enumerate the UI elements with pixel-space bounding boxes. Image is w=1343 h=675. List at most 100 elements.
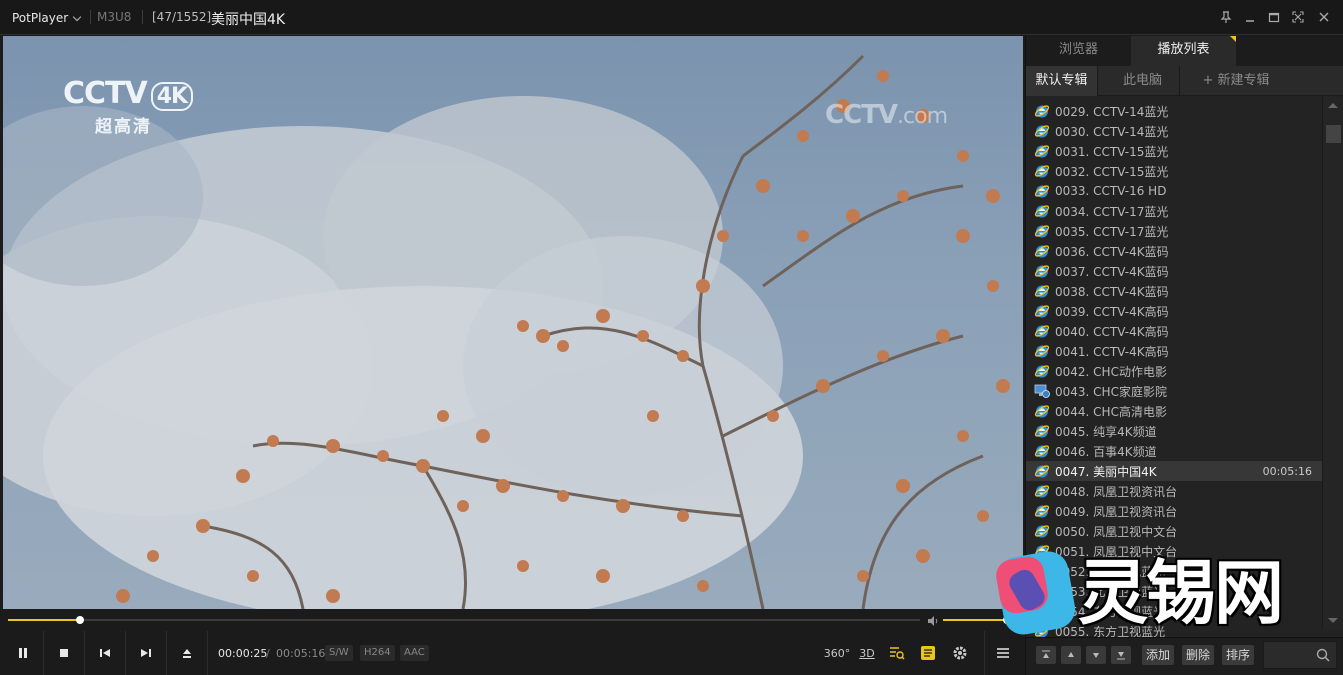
- scroll-down-icon[interactable]: [1328, 618, 1338, 623]
- tab-browser[interactable]: 浏览器: [1026, 36, 1131, 66]
- playlist-item[interactable]: 0044. CHC高清电影: [1026, 401, 1322, 421]
- move-bottom-button[interactable]: [1111, 646, 1131, 664]
- ie-icon: [1034, 503, 1050, 519]
- close-icon: [1319, 12, 1329, 22]
- seek-slider[interactable]: [8, 616, 920, 624]
- network-icon: [1034, 383, 1050, 399]
- playlist-item[interactable]: 0041. CCTV-4K高码: [1026, 341, 1322, 361]
- fullscreen-button[interactable]: [1290, 9, 1306, 25]
- ie-icon: [1034, 223, 1050, 239]
- playlist-item[interactable]: 0045. 纯享4K频道: [1026, 421, 1322, 441]
- playlist-item[interactable]: 0029. CCTV-14蓝光: [1026, 101, 1322, 121]
- ie-icon: [1034, 323, 1050, 339]
- playlist-item[interactable]: 0036. CCTV-4K蓝码: [1026, 241, 1322, 261]
- seek-knob[interactable]: [76, 616, 85, 624]
- subtitle-button[interactable]: [920, 643, 936, 663]
- move-top-button[interactable]: [1036, 646, 1056, 664]
- move-up-icon: [1068, 652, 1074, 657]
- active-tab-marker: [1230, 36, 1236, 42]
- new-album-button[interactable]: + 新建专辑: [1186, 66, 1286, 96]
- next-button[interactable]: [126, 631, 167, 675]
- control-divider: [984, 631, 985, 675]
- playlist-item[interactable]: 0037. CCTV-4K蓝码: [1026, 261, 1322, 281]
- ie-icon: [1034, 403, 1050, 419]
- tab-playlist[interactable]: 播放列表: [1131, 36, 1236, 66]
- settings-button[interactable]: [950, 643, 970, 663]
- maximize-button[interactable]: [1266, 9, 1282, 25]
- move-top-icon: [1042, 650, 1050, 658]
- playlist-item[interactable]: 0043. CHC家庭影院: [1026, 381, 1322, 401]
- playlist-item[interactable]: 0048. 凤凰卫视资讯台: [1026, 481, 1322, 501]
- minimize-icon: [1246, 20, 1254, 22]
- video-codec-badge[interactable]: H264: [360, 645, 395, 661]
- playlist-item[interactable]: 0039. CCTV-4K高码: [1026, 301, 1322, 321]
- ie-icon: [1034, 243, 1050, 259]
- stop-button[interactable]: [44, 631, 85, 675]
- 3d-label: 3D: [859, 646, 875, 660]
- playlist-item[interactable]: 0049. 凤凰卫视资讯台: [1026, 501, 1322, 521]
- audio-codec-badge[interactable]: AAC: [400, 645, 429, 661]
- brand-text: 灵锡网: [1078, 552, 1284, 634]
- total-time: 00:05:16: [276, 647, 326, 660]
- playlist-item[interactable]: 0050. 凤凰卫视中文台: [1026, 521, 1322, 541]
- playlist-item-label: 0036. CCTV-4K蓝码: [1055, 244, 1169, 259]
- minimize-button[interactable]: [1242, 9, 1258, 25]
- album-tab-this-pc[interactable]: 此电脑: [1106, 66, 1180, 96]
- playlist-item[interactable]: 0034. CCTV-17蓝光: [1026, 201, 1322, 221]
- album-tab-default[interactable]: 默认专辑: [1026, 66, 1098, 96]
- watermark-text: CCTV: [825, 100, 898, 130]
- scroll-up-icon[interactable]: [1328, 103, 1338, 108]
- playlist-item-label: 0050. 凤凰卫视中文台: [1055, 524, 1178, 539]
- pause-button[interactable]: [3, 631, 44, 675]
- volume-button[interactable]: [926, 613, 940, 627]
- playlist-item-label: 0048. 凤凰卫视资讯台: [1055, 484, 1178, 499]
- playlist-item-label: 0031. CCTV-15蓝光: [1055, 144, 1169, 159]
- channel-logo: CCTV 4K 超高清: [63, 76, 203, 137]
- pin-button[interactable]: [1218, 9, 1234, 25]
- playlist-item[interactable]: 0046. 百事4K频道: [1026, 441, 1322, 461]
- playlist-item-duration: 00:05:16: [1262, 464, 1312, 478]
- scroll-thumb[interactable]: [1326, 125, 1341, 143]
- logo-badge: 4K: [150, 82, 194, 111]
- ie-icon: [1034, 263, 1050, 279]
- playlist-item[interactable]: 0040. CCTV-4K高码: [1026, 321, 1322, 341]
- playlist-item[interactable]: 0042. CHC动作电影: [1026, 361, 1322, 381]
- playlist-counter: [47/1552]: [152, 10, 212, 24]
- playlist-item[interactable]: 0030. CCTV-14蓝光: [1026, 121, 1322, 141]
- playlist-item[interactable]: 0032. CCTV-15蓝光: [1026, 161, 1322, 181]
- logo-subtitle: 超高清: [95, 117, 152, 137]
- close-button[interactable]: [1316, 9, 1332, 25]
- vr-360-button[interactable]: 360°: [824, 643, 851, 663]
- playlist-scrollbar[interactable]: [1322, 97, 1343, 629]
- playlist-footer: 添加 删除 排序: [1026, 637, 1343, 675]
- playlist-item[interactable]: 0047. 美丽中国4K 00:05:16: [1026, 461, 1322, 481]
- add-button[interactable]: 添加: [1142, 645, 1175, 665]
- previous-button[interactable]: [85, 631, 126, 675]
- open-button[interactable]: [167, 631, 208, 675]
- pin-icon: [1220, 11, 1232, 23]
- playlist-item[interactable]: 0031. CCTV-15蓝光: [1026, 141, 1322, 161]
- decoder-badge[interactable]: S/W: [325, 645, 353, 661]
- window-title: 美丽中国4K: [211, 12, 286, 28]
- playlist-search-input[interactable]: [1263, 641, 1337, 669]
- playlist-item[interactable]: 0033. CCTV-16 HD: [1026, 181, 1322, 201]
- album-tabs: 默认专辑 此电脑 + 新建专辑: [1026, 66, 1343, 96]
- move-up-button[interactable]: [1061, 646, 1081, 664]
- ie-icon: [1034, 123, 1050, 139]
- playlist-item[interactable]: 0035. CCTV-17蓝光: [1026, 221, 1322, 241]
- playlist-item[interactable]: 0038. CCTV-4K蓝码: [1026, 281, 1322, 301]
- move-down-button[interactable]: [1086, 646, 1106, 664]
- app-menu-button[interactable]: PotPlayer: [6, 8, 86, 28]
- 3d-button[interactable]: 3D: [857, 643, 877, 663]
- playlist-search-button[interactable]: [887, 643, 907, 663]
- video-frame[interactable]: CCTV 4K 超高清 CCTV.com: [3, 36, 1023, 609]
- skip-back-icon: [100, 649, 110, 657]
- delete-button[interactable]: 删除: [1182, 645, 1215, 665]
- ie-icon: [1034, 303, 1050, 319]
- move-down-icon: [1093, 653, 1099, 658]
- stop-icon: [60, 649, 68, 657]
- playlist-item-label: 0032. CCTV-15蓝光: [1055, 164, 1169, 179]
- logo-text: CCTV: [63, 76, 148, 111]
- sort-button[interactable]: 排序: [1222, 645, 1255, 665]
- menu-button[interactable]: [993, 643, 1013, 663]
